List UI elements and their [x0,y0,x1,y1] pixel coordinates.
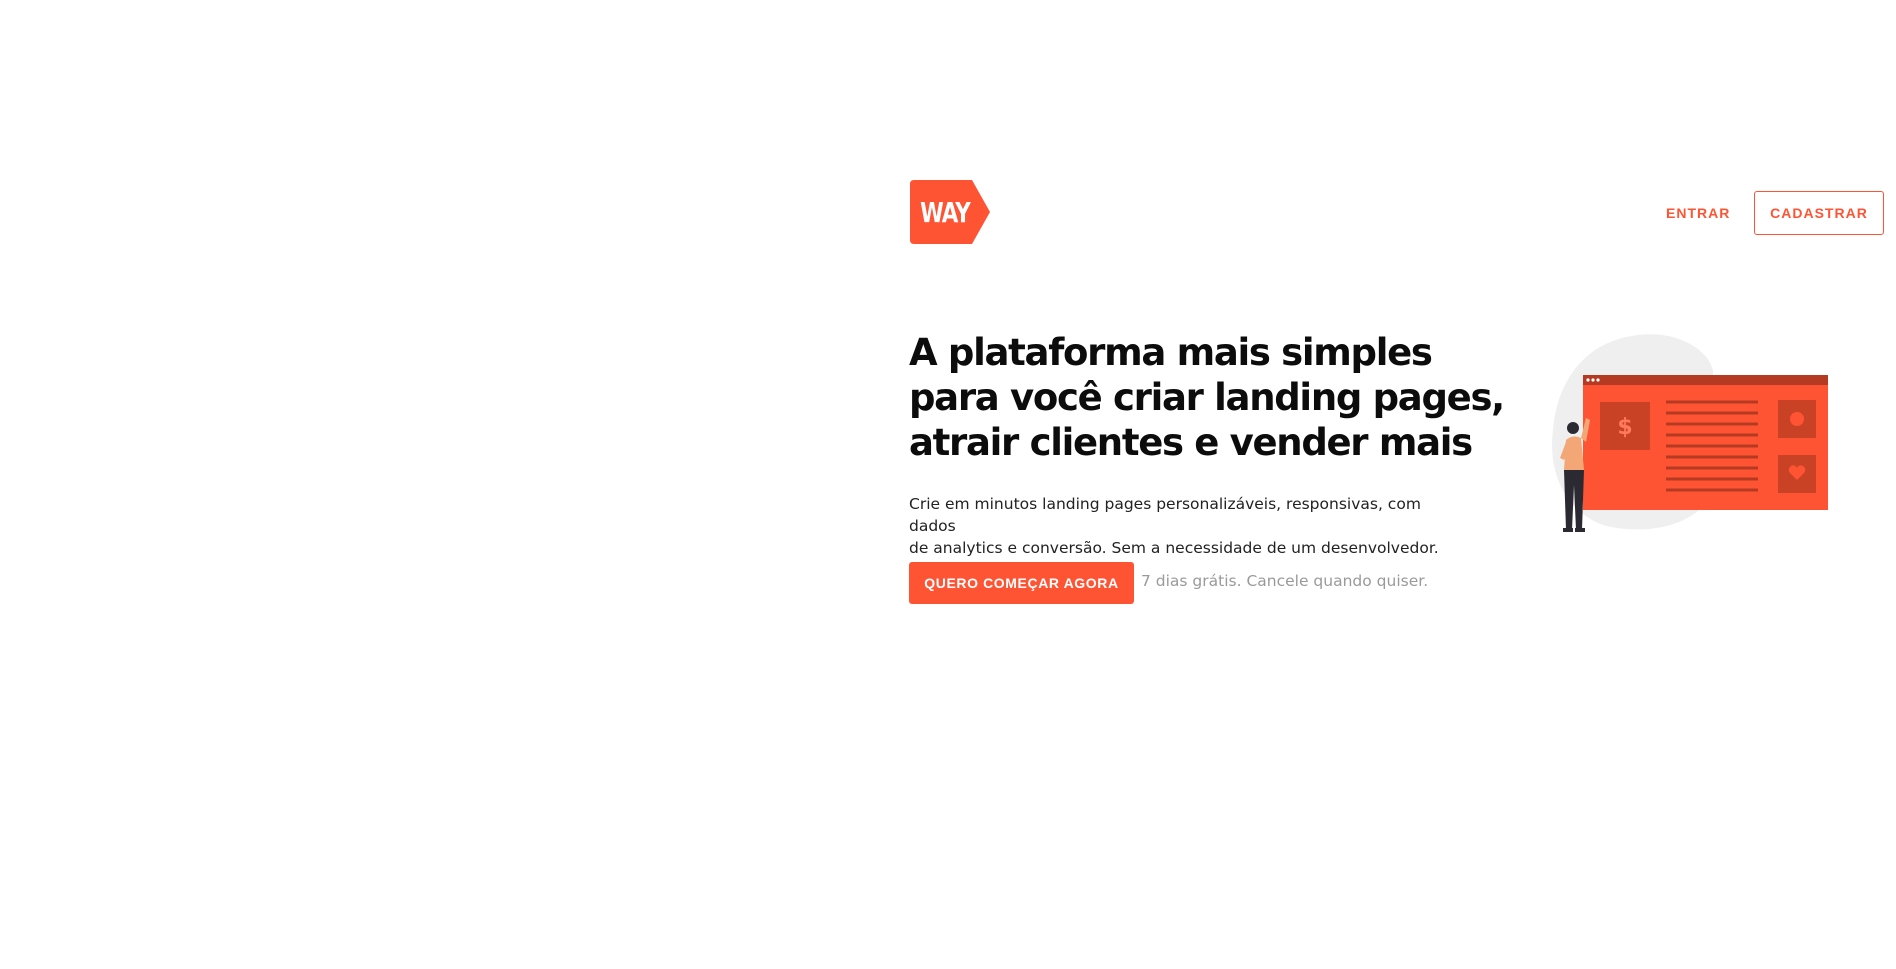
hero-title-line: A plataforma mais simples [909,331,1433,374]
hero-title-line: atrair clientes e vender mais [909,421,1473,464]
window-dot [1591,378,1595,382]
window-dot [1596,378,1600,382]
hero-illustration: $ [1548,330,1828,540]
circle-icon [1790,412,1804,426]
hero-title-line: para você criar landing pages, [909,376,1505,419]
login-link[interactable]: ENTRAR [1654,191,1742,235]
window-dot [1586,378,1590,382]
landing-page: WAY ENTRAR CADASTRAR A plataforma mais s… [0,0,1896,969]
hero-subtitle-line: de analytics e conversão. Sem a necessid… [909,539,1439,557]
browser-titlebar [1583,375,1828,385]
trial-note: 7 dias grátis. Cancele quando quiser. [1141,572,1429,590]
signup-button[interactable]: CADASTRAR [1754,191,1884,235]
landing-page-illustration: $ [1552,334,1828,532]
hero-title: A plataforma mais simples para você cria… [909,330,1529,465]
dollar-icon: $ [1617,415,1632,440]
logo-text: WAY [920,195,971,229]
start-now-button[interactable]: QUERO COMEÇAR AGORA [909,562,1134,604]
brand-logo[interactable]: WAY [910,180,990,244]
hero-subtitle: Crie em minutos landing pages personaliz… [909,493,1469,559]
hero-subtitle-line: Crie em minutos landing pages personaliz… [909,495,1421,535]
